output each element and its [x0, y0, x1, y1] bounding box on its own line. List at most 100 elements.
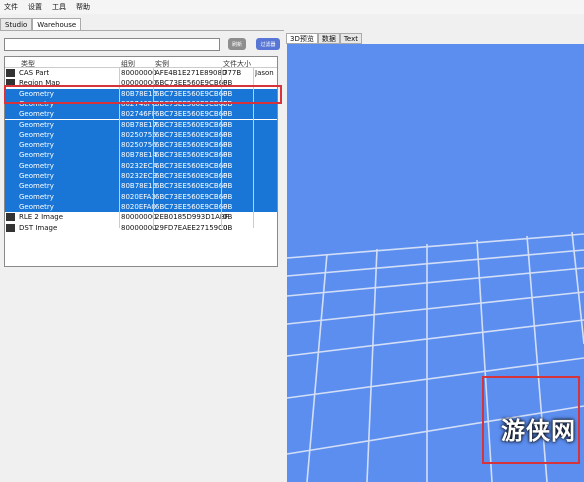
table-row[interactable]: Geometry 8020EFA3 6BC73EE560E9CB6F 0B: [5, 191, 277, 202]
table-row[interactable]: Geometry 80232ECA 6BC73EE560E9CB6F 0B: [5, 160, 277, 171]
cell-type: CAS Part: [19, 69, 50, 77]
cell-size: 0B: [223, 192, 233, 201]
cell-group: 8020EFA3: [121, 192, 156, 201]
cell-size: 0B: [223, 213, 233, 222]
resource-type-icon: [6, 213, 15, 222]
table-row[interactable]: DST Image 80000000 29FD7EAEE27159C0 0B: [5, 223, 277, 233]
tab-data[interactable]: 数据: [317, 33, 340, 44]
cell-size: 777B: [223, 69, 242, 77]
cell-group: 80000000: [121, 223, 157, 232]
table-row[interactable]: Geometry 80250755 6BC73EE560E9CB6F 0B: [5, 129, 277, 141]
cell-type: Geometry: [19, 141, 54, 150]
table-row[interactable]: RLE 2 Image 80000000 2EB0185D993D1ABF 0B: [5, 212, 277, 222]
resource-type-icon: [6, 182, 15, 190]
cell-group: 80000000: [121, 69, 157, 77]
cell-group: 802746FF: [121, 110, 156, 119]
cell-type: Geometry: [19, 202, 54, 211]
resource-type-icon: [6, 162, 15, 170]
right-pane: 3D预览 数据 Text 游侠网: [285, 30, 584, 482]
menu-file[interactable]: 文件: [4, 2, 18, 12]
resource-type-icon: [6, 110, 15, 118]
cell-instance: 29FD7EAEE27159C0: [155, 223, 228, 232]
resource-type-icon: [6, 131, 15, 139]
tab-3d-preview[interactable]: 3D预览: [286, 33, 318, 44]
cell-type: Geometry: [19, 182, 54, 191]
menubar: 文件 设置 工具 帮助: [0, 0, 584, 14]
cell-size: 0B: [223, 161, 233, 170]
watermark: 游侠网: [501, 417, 576, 445]
highlight-box: [4, 85, 282, 104]
cell-type: DST Image: [19, 223, 58, 232]
cell-type: Geometry: [19, 161, 54, 170]
cell-type: Geometry: [19, 130, 54, 139]
table-row[interactable]: Geometry 80B78E17 6BC73EE560E9CB6F 0B: [5, 119, 277, 130]
cell-extra: Jason: [255, 69, 274, 77]
table-row[interactable]: Geometry 80250756 6BC73EE560E9CB6F 0B: [5, 140, 277, 151]
tab-text[interactable]: Text: [339, 33, 363, 44]
preview-tabs: 3D预览 数据 Text: [286, 33, 363, 44]
cell-size: 0B: [223, 223, 233, 232]
cell-instance: 6BC73EE560E9CB6F: [155, 202, 228, 211]
cell-size: 0B: [223, 120, 233, 129]
resource-type-icon: [6, 193, 15, 201]
cell-group: 80250756: [121, 141, 157, 150]
cell-instance: 2EB0185D993D1ABF: [155, 213, 229, 222]
table-row[interactable]: Geometry 80232EC9 6BC73EE560E9CB6F 0B: [5, 171, 277, 182]
tab-warehouse[interactable]: Warehouse: [32, 18, 82, 30]
cell-instance: 6BC73EE560E9CB6F: [155, 192, 228, 201]
tab-studio[interactable]: Studio: [0, 18, 33, 30]
cell-type: Geometry: [19, 110, 54, 119]
cell-type: Geometry: [19, 120, 54, 129]
main-tabs: Studio Warehouse: [0, 18, 82, 30]
resource-type-icon: [6, 121, 15, 129]
cell-instance: 6BC73EE560E9CB6F: [155, 120, 228, 129]
cell-type: RLE 2 Image: [19, 213, 64, 222]
cell-size: 0B: [223, 141, 233, 150]
resource-type-icon: [6, 203, 15, 211]
cell-instance: 6BC73EE560E9CB6F: [155, 141, 228, 150]
cell-type: Geometry: [19, 172, 54, 180]
cell-size: 0B: [223, 110, 233, 119]
cell-size: 0B: [223, 151, 233, 160]
cell-instance: 6BC73EE560E9CB6F: [155, 172, 228, 180]
cell-size: 0B: [223, 130, 233, 139]
table-row[interactable]: Geometry 80B78E14 6BC73EE560E9CB6F 0B: [5, 150, 277, 161]
resource-type-icon: [6, 223, 15, 232]
cell-type: Geometry: [19, 151, 54, 160]
cell-group: 80B78E17: [121, 120, 157, 129]
cell-group: 80232ECA: [121, 161, 158, 170]
search-input[interactable]: [4, 38, 220, 51]
resource-type-icon: [6, 69, 15, 77]
refresh-button[interactable]: 刷新: [228, 38, 246, 50]
cell-group: 80B78E14: [121, 151, 157, 160]
cell-instance: 6BC73EE560E9CB6F: [155, 161, 228, 170]
resource-type-icon: [6, 141, 15, 149]
resource-type-icon: [6, 172, 15, 180]
menu-settings[interactable]: 设置: [28, 2, 42, 12]
table-row[interactable]: Geometry 802746FF 6BC73EE560E9CB6F 0B: [5, 109, 277, 120]
table-row[interactable]: Geometry 8020EFA0 6BC73EE560E9CB6F 0B: [5, 201, 277, 213]
cell-instance: AFE4B1E271E8908D: [155, 69, 228, 77]
table-row[interactable]: CAS Part 80000000 AFE4B1E271E8908D 777B Jaso…: [5, 68, 277, 78]
cell-size: 0B: [223, 202, 233, 211]
table-header: 类型 组别 实例 文件大小: [5, 57, 277, 68]
cell-size: 0B: [223, 172, 233, 180]
resource-type-icon: [6, 151, 15, 159]
cell-type: Geometry: [19, 192, 54, 201]
cell-group: 8020EFA0: [121, 202, 156, 211]
cell-group: 80250755: [121, 130, 157, 139]
cell-group: 80000000: [121, 213, 157, 222]
menu-help[interactable]: 帮助: [76, 2, 90, 12]
cell-instance: 6BC73EE560E9CB6F: [155, 130, 228, 139]
cell-instance: 6BC73EE560E9CB6F: [155, 151, 228, 160]
filter-button[interactable]: 过滤器: [256, 38, 280, 50]
cell-group: 80232EC9: [121, 172, 158, 180]
cell-size: 0B: [223, 182, 233, 191]
3d-viewport[interactable]: 游侠网: [287, 44, 584, 482]
cell-instance: 6BC73EE560E9CB6F: [155, 110, 228, 119]
cell-instance: 6BC73EE560E9CB6F: [155, 182, 228, 191]
cell-group: 80B78E15: [121, 182, 157, 191]
table-row[interactable]: Geometry 80B78E15 6BC73EE560E9CB6F 0B: [5, 181, 277, 192]
menu-tools[interactable]: 工具: [52, 2, 66, 12]
left-pane: 刷新 过滤器 类型 组别 实例 文件大小 CAS Part 80000000 AFE…: [0, 30, 284, 482]
